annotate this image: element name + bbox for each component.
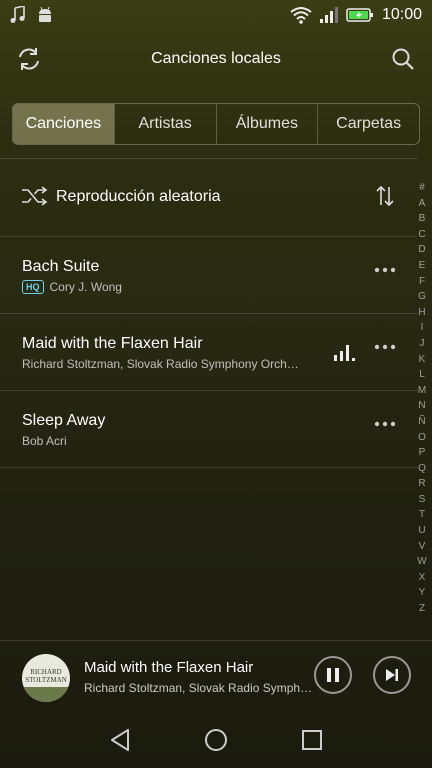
- alphabet-index-letter[interactable]: G: [418, 289, 426, 305]
- alphabet-index-letter[interactable]: B: [419, 211, 426, 227]
- alphabet-index-letter[interactable]: E: [419, 258, 426, 274]
- shuffle-all-row[interactable]: Reproducción aleatoria: [0, 158, 418, 236]
- skip-next-icon: [385, 668, 399, 682]
- page-title: Canciones locales: [151, 50, 281, 67]
- app-header: Canciones locales: [0, 36, 432, 84]
- alphabet-index-letter[interactable]: F: [419, 274, 425, 290]
- alphabet-index-letter[interactable]: Ñ: [418, 414, 425, 430]
- alphabet-index-letter[interactable]: P: [419, 445, 426, 461]
- tab-artistas[interactable]: Artistas: [113, 104, 216, 144]
- alphabet-index-letter[interactable]: I: [421, 320, 424, 336]
- song-row[interactable]: Bach Suite HQ Cory J. Wong: [0, 236, 418, 313]
- alphabet-index-letter[interactable]: C: [418, 227, 425, 243]
- back-icon[interactable]: [106, 726, 134, 754]
- recents-icon[interactable]: [298, 726, 326, 754]
- shuffle-icon: [22, 186, 48, 206]
- hq-badge: HQ: [22, 280, 44, 294]
- alphabet-index-letter[interactable]: X: [419, 570, 426, 586]
- song-title: Sleep Away: [22, 412, 106, 429]
- tab-albumes[interactable]: Álbumes: [215, 104, 318, 144]
- alphabet-index-letter[interactable]: W: [417, 554, 426, 570]
- alphabet-index-letter[interactable]: S: [419, 492, 426, 508]
- divider: [0, 467, 418, 468]
- music-note-icon: [10, 6, 26, 24]
- android-icon: [36, 7, 54, 23]
- status-time: 10:00: [381, 6, 422, 23]
- more-options-icon[interactable]: [374, 343, 396, 351]
- album-art[interactable]: RICHARD STOLTZMAN: [22, 654, 70, 702]
- alphabet-index-letter[interactable]: U: [418, 523, 425, 539]
- tab-bar: Canciones Artistas Álbumes Carpetas: [12, 103, 420, 145]
- signal-icon: [319, 6, 338, 24]
- pause-button[interactable]: [314, 656, 352, 694]
- alphabet-index-letter[interactable]: T: [419, 507, 425, 523]
- alphabet-index-letter[interactable]: J: [420, 336, 425, 352]
- more-options-icon[interactable]: [374, 420, 396, 428]
- alphabet-index-letter[interactable]: N: [418, 398, 425, 414]
- tab-carpetas[interactable]: Carpetas: [317, 104, 419, 144]
- now-playing-equalizer-icon: [334, 343, 356, 361]
- alphabet-index-letter[interactable]: D: [418, 242, 425, 258]
- status-bar: 10:00: [0, 0, 432, 32]
- song-row[interactable]: Sleep Away Bob Acri: [0, 390, 418, 467]
- battery-charging-icon: [346, 7, 374, 23]
- alphabet-index-letter[interactable]: O: [418, 430, 426, 446]
- tab-canciones[interactable]: Canciones: [13, 104, 114, 144]
- alphabet-index-letter[interactable]: L: [419, 367, 425, 383]
- now-playing-artist: Richard Stoltzman, Slovak Radio Symph…: [84, 681, 313, 695]
- now-playing-bar[interactable]: RICHARD STOLTZMAN Maid with the Flaxen H…: [0, 640, 432, 715]
- alphabet-index-letter[interactable]: K: [419, 352, 426, 368]
- alphabet-index-letter[interactable]: Z: [419, 601, 425, 617]
- album-art-text: RICHARD STOLTZMAN: [25, 668, 67, 684]
- alphabet-index-letter[interactable]: M: [418, 383, 426, 399]
- alphabet-index-letter[interactable]: R: [418, 476, 425, 492]
- alphabet-index-letter[interactable]: V: [419, 539, 426, 555]
- home-icon[interactable]: [202, 726, 230, 754]
- search-icon[interactable]: [388, 44, 418, 74]
- song-row[interactable]: Maid with the Flaxen Hair Richard Stoltz…: [0, 313, 418, 390]
- pause-icon: [326, 667, 340, 683]
- alphabet-index-letter[interactable]: Y: [419, 585, 426, 601]
- sort-icon[interactable]: [374, 185, 396, 207]
- song-title: Maid with the Flaxen Hair: [22, 335, 203, 352]
- alphabet-index[interactable]: # A B C D E F G H I J K L M N Ñ O P Q R S T U V W X Y Z: [414, 180, 430, 617]
- next-track-button[interactable]: [373, 656, 411, 694]
- system-nav-bar: [0, 714, 432, 768]
- more-options-icon[interactable]: [374, 266, 396, 274]
- song-artist: Cory J. Wong: [49, 280, 122, 294]
- now-playing-title: Maid with the Flaxen Hair: [84, 659, 254, 676]
- alphabet-index-letter[interactable]: Q: [418, 461, 426, 477]
- shuffle-label: Reproducción aleatoria: [56, 188, 221, 205]
- song-title: Bach Suite: [22, 258, 100, 275]
- alphabet-index-letter[interactable]: A: [419, 196, 426, 212]
- song-artist: Richard Stoltzman, Slovak Radio Symphony…: [22, 357, 299, 371]
- wifi-icon: [290, 6, 312, 24]
- song-artist: Bob Acri: [22, 434, 67, 448]
- alphabet-index-letter[interactable]: H: [418, 305, 425, 321]
- alphabet-index-letter[interactable]: #: [419, 180, 425, 196]
